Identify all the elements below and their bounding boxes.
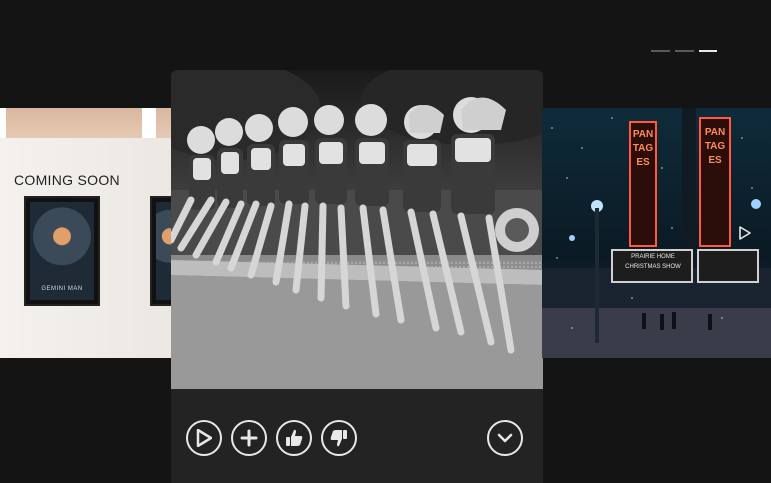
neon-sign-left: PANTAGES <box>632 129 654 168</box>
action-bar <box>186 420 357 456</box>
marquee-line-1: PRAIRIE HOME <box>631 254 675 260</box>
thumbnail-image <box>171 70 543 389</box>
carousel-pagination <box>651 50 717 52</box>
more-info-button[interactable] <box>487 420 523 456</box>
carousel-card-prev[interactable]: COMING SOON GEMINI MAN <box>0 108 172 358</box>
like-button[interactable] <box>276 420 312 456</box>
add-to-list-button[interactable] <box>231 420 267 456</box>
poster-title: GEMINI MAN <box>41 286 83 292</box>
thumbs-up-icon <box>286 429 303 446</box>
carousel-card-featured[interactable] <box>171 70 543 483</box>
neon-sign-right: PANTAGES <box>704 127 726 166</box>
movie-poster: GEMINI MAN <box>24 196 100 306</box>
vintage-photo-illustration <box>171 70 543 389</box>
theater-night-illustration <box>542 108 771 358</box>
movie-poster-partial <box>150 196 172 306</box>
page-indicator-1[interactable] <box>651 50 670 52</box>
carousel-next-button[interactable] <box>738 226 752 245</box>
carousel-card-next[interactable]: PANTAGES PANTAGES PRAIRIE HOME CHRISTMAS… <box>542 108 771 358</box>
play-icon <box>196 429 212 447</box>
marquee-line-2: CHRISTMAS SHOW <box>625 264 681 270</box>
chevron-down-icon <box>497 433 513 443</box>
play-arrow-next-icon <box>739 226 751 240</box>
plus-icon <box>240 429 258 447</box>
page-indicator-2[interactable] <box>675 50 694 52</box>
coming-soon-sign: COMING SOON <box>14 172 120 188</box>
dislike-button[interactable] <box>321 420 357 456</box>
page-indicator-3-active[interactable] <box>699 50 717 52</box>
play-button[interactable] <box>186 420 222 456</box>
thumbs-down-icon <box>330 430 347 447</box>
ceiling <box>0 108 172 138</box>
